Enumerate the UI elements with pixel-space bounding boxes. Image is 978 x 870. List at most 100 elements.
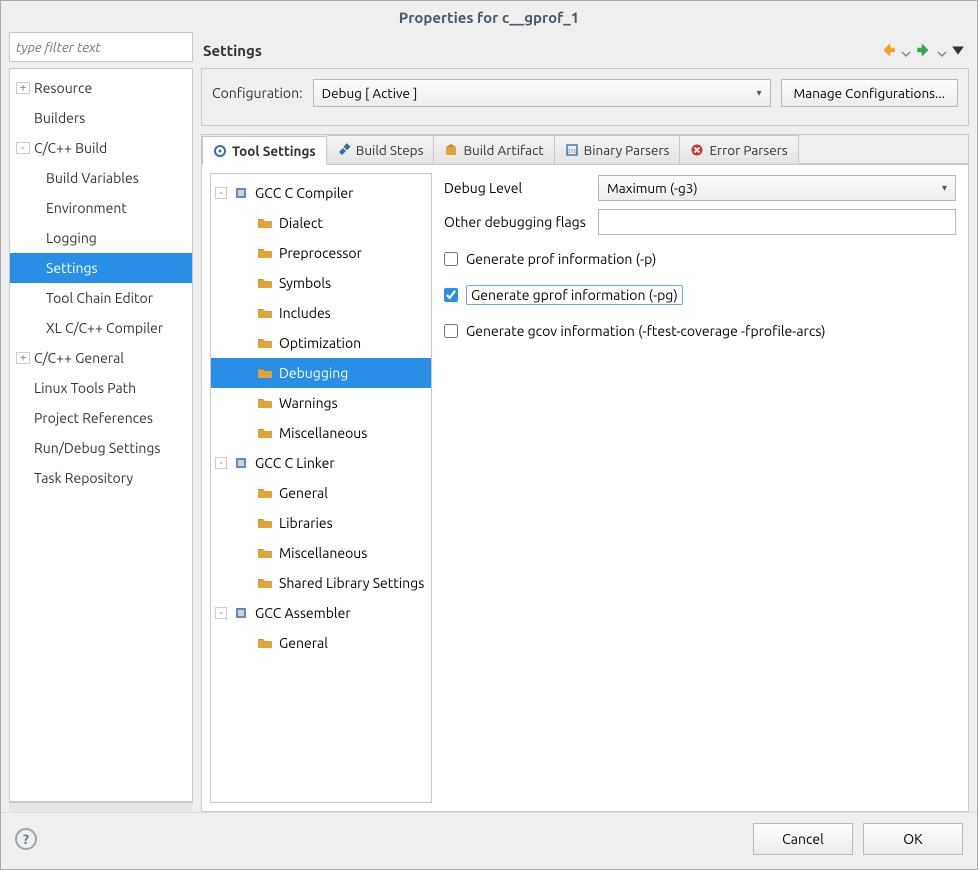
folder-icon: [257, 515, 273, 531]
gprof-checkbox[interactable]: [444, 288, 458, 302]
debug-level-select[interactable]: Maximum (-g3) ▾: [598, 175, 956, 201]
tool-settings-tree[interactable]: -GCC C CompilerDialectPreprocessorSymbol…: [210, 173, 432, 803]
tool-tree-group[interactable]: -GCC C Compiler: [211, 178, 431, 208]
tab-label: Build Steps: [356, 142, 424, 158]
tab-tool-settings[interactable]: Tool Settings: [202, 136, 327, 165]
category-tree[interactable]: +ResourceBuilders-C/C++ Build Build Varia…: [9, 68, 193, 802]
cancel-button[interactable]: Cancel: [753, 823, 853, 855]
tool-tree-item[interactable]: Symbols: [211, 268, 431, 298]
tab-strip: Tool SettingsBuild StepsBuild Artifact01…: [202, 135, 968, 165]
nav-item[interactable]: Run/Debug Settings: [10, 433, 192, 463]
tool-tree-item[interactable]: Dialect: [211, 208, 431, 238]
nav-item[interactable]: -C/C++ Build: [10, 133, 192, 163]
tool-tree-item[interactable]: General: [211, 478, 431, 508]
nav-item[interactable]: Project References: [10, 403, 192, 433]
expand-icon[interactable]: +: [16, 352, 30, 364]
expand-icon: [16, 442, 30, 454]
tab-binary-parsers[interactable]: 010Binary Parsers: [555, 135, 681, 164]
tool-tree-group[interactable]: -GCC Assembler: [211, 598, 431, 628]
chip-icon: [233, 455, 249, 471]
nav-item-label: Build Variables: [14, 170, 139, 186]
tool-item-label: General: [279, 635, 328, 651]
chevron-down-icon[interactable]: [901, 45, 911, 55]
nav-item-label: Project References: [34, 410, 153, 426]
binparse-icon: 010: [565, 143, 579, 157]
folder-icon: [257, 275, 273, 291]
tool-tree-item[interactable]: Libraries: [211, 508, 431, 538]
heading-row: Settings: [201, 32, 969, 68]
tool-item-label: Libraries: [279, 515, 333, 531]
tool-tree-item[interactable]: Miscellaneous: [211, 418, 431, 448]
nav-item[interactable]: Builders: [10, 103, 192, 133]
folder-icon: [257, 305, 273, 321]
nav-item[interactable]: Build Variables: [10, 163, 192, 193]
configuration-section: Configuration: Debug [ Active ] ▾ Manage…: [201, 68, 969, 126]
debug-level-label: Debug Level: [444, 180, 588, 196]
errparse-icon: [690, 143, 704, 157]
page-title: Settings: [203, 42, 262, 59]
chevron-down-icon[interactable]: [937, 45, 947, 55]
debugging-settings-panel: Debug Level Maximum (-g3) ▾ Other debugg…: [440, 173, 960, 803]
expand-icon[interactable]: +: [16, 82, 30, 94]
cog-icon: [213, 144, 227, 158]
nav-item[interactable]: Task Repository: [10, 463, 192, 493]
nav-item[interactable]: Tool Chain Editor: [10, 283, 192, 313]
gcov-checkbox[interactable]: [444, 324, 458, 338]
nav-item[interactable]: +Resource: [10, 73, 192, 103]
nav-forward-icon[interactable]: [915, 41, 933, 59]
tool-tree-group[interactable]: -GCC C Linker: [211, 448, 431, 478]
expand-icon[interactable]: -: [215, 607, 227, 619]
view-menu-icon[interactable]: [951, 43, 965, 57]
tool-tree-item[interactable]: Warnings: [211, 388, 431, 418]
tool-item-label: General: [279, 485, 328, 501]
manage-configurations-button[interactable]: Manage Configurations...: [781, 79, 958, 107]
tool-tree-item[interactable]: Shared Library Settings: [211, 568, 431, 598]
tool-tree-item[interactable]: Miscellaneous: [211, 538, 431, 568]
tool-tree-item[interactable]: General: [211, 628, 431, 658]
tool-tree-item[interactable]: Includes: [211, 298, 431, 328]
svg-text:010: 010: [567, 148, 578, 155]
nav-item-label: Linux Tools Path: [34, 380, 136, 396]
tool-item-label: Warnings: [279, 395, 338, 411]
folder-icon: [257, 215, 273, 231]
expand-icon[interactable]: -: [215, 187, 227, 199]
chevron-down-icon: ▾: [757, 87, 762, 99]
nav-back-icon[interactable]: [879, 41, 897, 59]
package-icon: [444, 143, 458, 157]
folder-icon: [257, 365, 273, 381]
tab-build-steps[interactable]: Build Steps: [327, 135, 435, 164]
chevron-down-icon: ▾: [942, 182, 947, 194]
gprof-checkbox-label: Generate gprof information (-pg): [466, 285, 683, 305]
nav-item[interactable]: Settings: [10, 253, 192, 283]
nav-item[interactable]: Linux Tools Path: [10, 373, 192, 403]
other-flags-input[interactable]: [598, 209, 956, 235]
gcov-checkbox-row: Generate gcov information (-ftest-covera…: [444, 319, 956, 343]
nav-item[interactable]: XL C/C++ Compiler: [10, 313, 192, 343]
expand-icon: [16, 412, 30, 424]
prof-checkbox[interactable]: [444, 252, 458, 266]
nav-item[interactable]: +C/C++ General: [10, 343, 192, 373]
tool-tree-item[interactable]: Optimization: [211, 328, 431, 358]
expand-icon[interactable]: -: [16, 142, 30, 154]
help-icon[interactable]: ?: [15, 828, 37, 850]
manage-configurations-label: Manage Configurations...: [794, 85, 945, 101]
window-title: Properties for c__gprof_1: [1, 1, 977, 32]
expand-icon: [16, 472, 30, 484]
wrench-icon: [337, 143, 351, 157]
heading-nav: [879, 41, 965, 59]
expand-icon[interactable]: -: [215, 457, 227, 469]
ok-button[interactable]: OK: [863, 823, 963, 855]
nav-item-label: Environment: [14, 200, 127, 216]
configuration-select[interactable]: Debug [ Active ] ▾: [313, 79, 771, 107]
tab-error-parsers[interactable]: Error Parsers: [680, 135, 798, 164]
tool-tree-item[interactable]: Preprocessor: [211, 238, 431, 268]
dialog-footer: ? Cancel OK: [1, 812, 977, 869]
chip-icon: [233, 185, 249, 201]
filter-input[interactable]: [16, 39, 188, 55]
nav-scrollbar[interactable]: [9, 802, 193, 812]
tab-build-artifact[interactable]: Build Artifact: [434, 135, 554, 164]
tool-tree-item[interactable]: Debugging: [211, 358, 431, 388]
nav-item[interactable]: Environment: [10, 193, 192, 223]
nav-item[interactable]: Logging: [10, 223, 192, 253]
dialog-content: +ResourceBuilders-C/C++ Build Build Varia…: [1, 32, 977, 812]
